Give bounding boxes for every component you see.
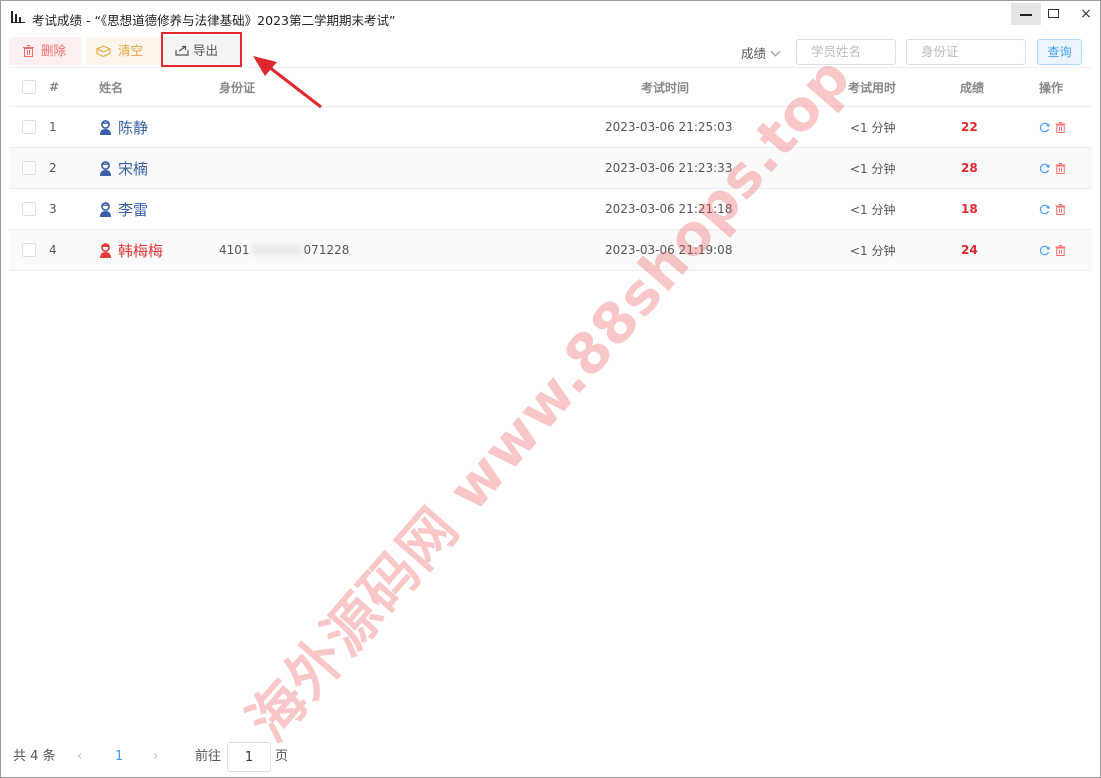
row-checkbox-cell[interactable] — [22, 107, 36, 147]
page-number-current[interactable]: 1 — [115, 742, 123, 772]
maximize-icon — [1048, 9, 1059, 18]
row-exam-time: 2023-03-06 21:19:08 — [605, 243, 733, 257]
page-suffix: 页 — [275, 749, 289, 764]
row-name-cell: 陈静 — [99, 107, 148, 147]
export-highlight-box — [161, 32, 242, 67]
window-title: 考试成绩 - “《思想道德修养与法律基础》2023第二学期期末考试” — [32, 13, 396, 28]
row-duration: <1 分钟 — [850, 243, 896, 258]
trash-icon[interactable] — [1055, 121, 1066, 133]
clear-button[interactable]: 清空 — [86, 37, 160, 65]
row-actions — [1039, 107, 1071, 147]
refresh-icon[interactable] — [1039, 245, 1050, 256]
id-card-prefix: 4101 — [219, 243, 250, 257]
student-name-input[interactable]: 学员姓名 — [796, 39, 896, 65]
row-checkbox[interactable] — [22, 243, 36, 257]
table-row: 3 李雷 2023-03-06 21:21:18 <1 分钟 18 — [9, 189, 1092, 230]
exam-results-window: 考试成绩 - “《思想道德修养与法律基础》2023第二学期期末考试” × 删除 … — [0, 0, 1101, 778]
select-all-checkbox-cell[interactable] — [22, 68, 36, 106]
row-score: 28 — [961, 161, 978, 175]
row-checkbox-cell[interactable] — [22, 189, 36, 229]
id-card-redaction — [251, 245, 302, 255]
id-card-input[interactable]: 身份证 — [906, 39, 1026, 65]
goto-page-input[interactable]: 1 — [227, 742, 271, 772]
row-name-cell: 宋楠 — [99, 148, 148, 188]
trash-icon[interactable] — [1055, 244, 1066, 256]
row-score: 22 — [961, 120, 978, 134]
goto-label: 前往 — [195, 749, 222, 764]
student-name: 李雷 — [118, 200, 149, 219]
delete-label: 删除 — [41, 43, 67, 58]
row-checkbox[interactable] — [22, 202, 36, 216]
refresh-icon[interactable] — [1039, 163, 1050, 174]
row-score: 18 — [961, 202, 978, 216]
trash-icon[interactable] — [1055, 203, 1066, 215]
chevron-down-icon — [770, 46, 781, 57]
minimize-icon — [1020, 14, 1032, 16]
select-all-checkbox[interactable] — [22, 80, 36, 94]
header-index: # — [49, 80, 60, 94]
delete-button[interactable]: 删除 — [9, 37, 81, 65]
row-duration: <1 分钟 — [850, 120, 896, 135]
row-actions — [1039, 189, 1071, 229]
row-exam-time: 2023-03-06 21:23:33 — [605, 161, 733, 175]
sort-label: 成绩 — [741, 46, 767, 61]
row-checkbox-cell[interactable] — [22, 148, 36, 188]
trash-icon[interactable] — [1055, 162, 1066, 174]
row-exam-time: 2023-03-06 21:25:03 — [605, 120, 733, 134]
row-index: 3 — [49, 202, 57, 216]
row-index: 1 — [49, 120, 57, 134]
header-score: 成绩 — [960, 80, 985, 95]
table-row: 2 宋楠 2023-03-06 21:23:33 <1 分钟 28 — [9, 148, 1092, 189]
sort-select[interactable]: 成绩 — [741, 43, 781, 62]
row-checkbox[interactable] — [22, 120, 36, 134]
row-index: 2 — [49, 161, 57, 175]
male-user-icon — [100, 119, 111, 135]
table-row: 1 陈静 2023-03-06 21:25:03 <1 分钟 22 — [9, 107, 1092, 148]
id-card-suffix: 071228 — [303, 243, 350, 257]
student-name: 宋楠 — [118, 159, 149, 178]
clear-label: 清空 — [118, 43, 144, 58]
row-name-cell: 韩梅梅 — [99, 230, 163, 270]
row-actions — [1039, 230, 1071, 270]
male-user-icon — [100, 160, 111, 176]
header-id-card: 身份证 — [219, 80, 256, 95]
row-checkbox[interactable] — [22, 161, 36, 175]
table-header: # 姓名 身份证 考试时间 考试用时 成绩 操作 — [9, 67, 1092, 107]
refresh-icon[interactable] — [1039, 122, 1050, 133]
next-page-button[interactable]: › — [153, 742, 158, 772]
row-id-card: 4101 071228 — [219, 230, 349, 270]
row-checkbox-cell[interactable] — [22, 230, 36, 270]
student-name: 陈静 — [118, 118, 149, 137]
trash-icon — [23, 45, 34, 57]
results-table: # 姓名 身份证 考试时间 考试用时 成绩 操作 1 陈静 2023-03-06 2… — [9, 67, 1092, 271]
close-button[interactable]: × — [1071, 3, 1101, 25]
bar-chart-icon — [11, 11, 25, 23]
query-button[interactable]: 查询 — [1037, 39, 1082, 65]
table-body: 1 陈静 2023-03-06 21:25:03 <1 分钟 22 2 宋楠 2023-03-… — [9, 107, 1092, 271]
row-actions — [1039, 148, 1071, 188]
header-duration: 考试用时 — [848, 80, 897, 95]
prev-page-button[interactable]: ‹ — [77, 742, 82, 772]
title-bar: 考试成绩 - “《思想道德修养与法律基础》2023第二学期期末考试” × — [1, 1, 1100, 33]
row-exam-time: 2023-03-06 21:21:18 — [605, 202, 733, 216]
header-exam-time: 考试时间 — [641, 80, 690, 95]
row-duration: <1 分钟 — [850, 161, 896, 176]
box-icon — [96, 45, 111, 57]
male-user-icon — [100, 201, 111, 217]
table-row: 4 韩梅梅 4101 071228 2023-03-06 21:19:08 <1 分钟 24 — [9, 230, 1092, 271]
header-name: 姓名 — [99, 80, 124, 95]
row-duration: <1 分钟 — [850, 202, 896, 217]
row-index: 4 — [49, 243, 57, 257]
header-actions: 操作 — [1039, 80, 1064, 95]
maximize-button[interactable] — [1041, 3, 1071, 25]
pagination-total: 共 4 条 — [13, 749, 56, 764]
student-name: 韩梅梅 — [118, 241, 164, 260]
female-user-icon — [100, 242, 111, 258]
minimize-button[interactable] — [1011, 3, 1041, 25]
row-score: 24 — [961, 243, 978, 257]
row-name-cell: 李雷 — [99, 189, 148, 229]
refresh-icon[interactable] — [1039, 204, 1050, 215]
